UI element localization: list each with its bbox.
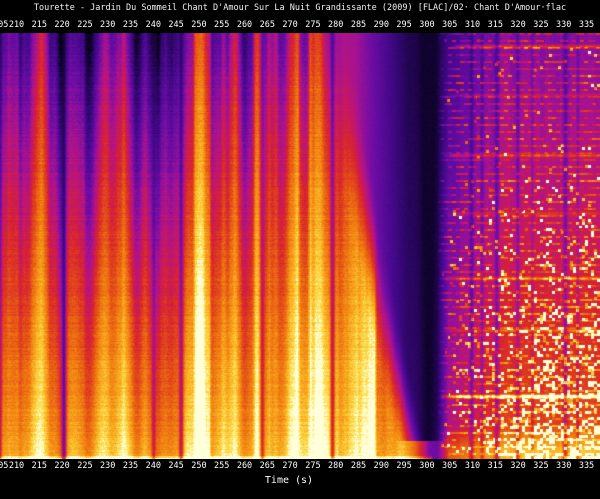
axis-tick-label: 330 <box>556 20 571 30</box>
axis-tick-label: 315 <box>488 20 503 30</box>
axis-tick-label: 215 <box>32 461 47 471</box>
axis-tick-label: 320 <box>510 461 525 471</box>
axis-tick-label: 215 <box>32 20 47 30</box>
axis-tick-label: 265 <box>260 20 275 30</box>
axis-tick-label: 210 <box>9 20 24 30</box>
axis-tick-label: 240 <box>146 461 161 471</box>
axis-tick-label: 240 <box>146 20 161 30</box>
axis-tick-label: 290 <box>374 20 389 30</box>
axis-tick-label: 310 <box>465 461 480 471</box>
axis-tick-label: 335 <box>579 20 594 30</box>
axis-tick-label: 280 <box>328 461 343 471</box>
axis-tick-label: 205 <box>0 461 8 471</box>
axis-tick-label: 315 <box>488 461 503 471</box>
axis-tick-label: 245 <box>168 20 183 30</box>
axis-tick-label: 225 <box>77 461 92 471</box>
axis-tick-label: 320 <box>510 20 525 30</box>
axis-tick-label: 275 <box>305 461 320 471</box>
axis-tick-label: 280 <box>328 20 343 30</box>
axis-tick-label: 305 <box>442 20 457 30</box>
axis-tick-label: 205 <box>0 20 8 30</box>
axis-tick-label: 295 <box>396 20 411 30</box>
axis-tick-label: 210 <box>9 461 24 471</box>
top-time-axis: 205210 215 220 225 230 235 240 245 250 255 260 265 2… <box>0 20 600 31</box>
axis-tick-label: 235 <box>123 20 138 30</box>
axis-tick-label: 235 <box>123 461 138 471</box>
axis-tick-label: 270 <box>282 20 297 30</box>
axis-tick-label: 300 <box>419 20 434 30</box>
axis-tick-label: 220 <box>54 20 69 30</box>
spectrogram-window: Tourette - Jardin Du Sommeil Chant D'Amo… <box>0 0 600 499</box>
axis-tick-label: 305 <box>442 461 457 471</box>
axis-tick-label: 250 <box>191 20 206 30</box>
axis-tick-label: 300 <box>419 461 434 471</box>
axis-tick-label: 335 <box>579 461 594 471</box>
axis-tick-label: 230 <box>100 461 115 471</box>
axis-tick-label: 255 <box>214 20 229 30</box>
window-title: Tourette - Jardin Du Sommeil Chant D'Amo… <box>0 3 600 13</box>
axis-tick-label: 330 <box>556 461 571 471</box>
axis-tick-label: 285 <box>351 20 366 30</box>
axis-tick-label: 275 <box>305 20 320 30</box>
time-axis-label: Time (s) <box>265 475 313 486</box>
bottom-time-axis: 205210 215 220 225 230 235 240 245 250 255 260 265 2… <box>0 461 600 472</box>
axis-tick-label: 290 <box>374 461 389 471</box>
axis-tick-label: 245 <box>168 461 183 471</box>
axis-tick-label: 255 <box>214 461 229 471</box>
axis-tick-label: 310 <box>465 20 480 30</box>
axis-tick-label: 325 <box>533 20 548 30</box>
spectrogram-canvas <box>0 33 600 459</box>
axis-tick-label: 260 <box>237 20 252 30</box>
axis-tick-label: 220 <box>54 461 69 471</box>
axis-tick-label: 260 <box>237 461 252 471</box>
axis-tick-label: 325 <box>533 461 548 471</box>
axis-tick-label: 295 <box>396 461 411 471</box>
axis-tick-label: 230 <box>100 20 115 30</box>
axis-tick-label: 265 <box>260 461 275 471</box>
axis-tick-label: 270 <box>282 461 297 471</box>
axis-tick-label: 250 <box>191 461 206 471</box>
axis-tick-label: 225 <box>77 20 92 30</box>
axis-tick-label: 285 <box>351 461 366 471</box>
